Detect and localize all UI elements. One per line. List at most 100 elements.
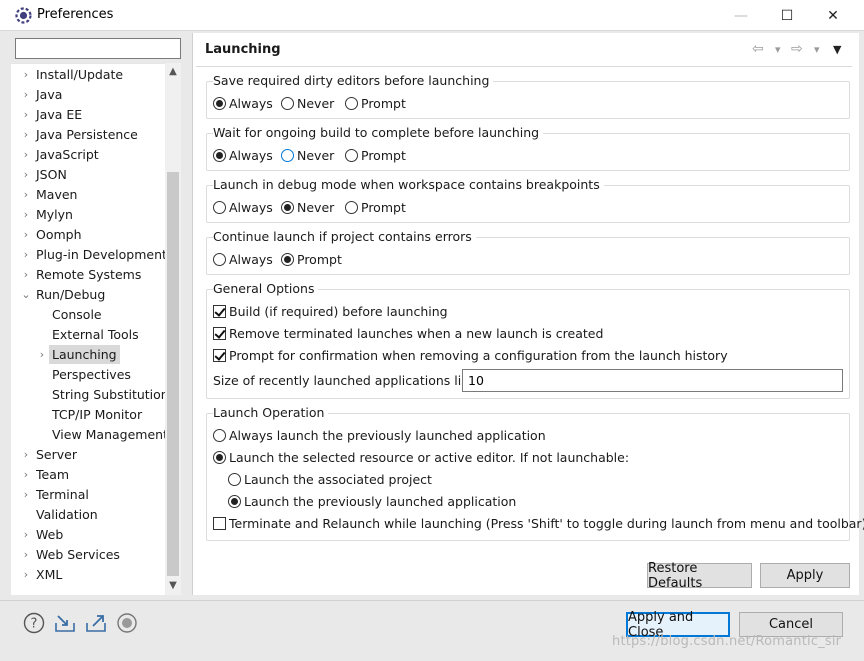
- chevron-right-icon[interactable]: ›: [20, 165, 32, 184]
- tree-item[interactable]: › JSON: [11, 165, 165, 184]
- checkbox-icon: [213, 305, 226, 318]
- list-size-label: Size of recently launched applications l…: [213, 373, 477, 388]
- record-icon[interactable]: [116, 612, 138, 634]
- view-menu-icon[interactable]: ▼: [833, 43, 841, 56]
- tree-item-label: Server: [36, 447, 77, 462]
- tree-item[interactable]: Perspectives: [11, 365, 165, 384]
- chevron-down-icon[interactable]: ⌄: [20, 285, 32, 304]
- tree-item[interactable]: › XML: [11, 565, 165, 584]
- chevron-right-icon[interactable]: ›: [20, 565, 32, 584]
- tree-item-label: XML: [36, 567, 63, 582]
- tree-scrollbar-thumb[interactable]: [167, 172, 179, 576]
- tree-item[interactable]: › Maven: [11, 185, 165, 204]
- tree-item[interactable]: › Java Persistence: [11, 125, 165, 144]
- tree-item-label: View Management: [52, 427, 168, 442]
- scroll-up-arrow[interactable]: ▲: [165, 63, 181, 81]
- chevron-right-icon[interactable]: ›: [20, 205, 32, 224]
- tree-item[interactable]: ⌄ Run/Debug: [11, 285, 165, 304]
- tree-item[interactable]: External Tools: [11, 325, 165, 344]
- tree-item-label: Remote Systems: [36, 267, 142, 282]
- tree-item[interactable]: › Mylyn: [11, 205, 165, 224]
- tree-item-label: Java: [36, 87, 63, 102]
- radio-icon: [345, 149, 358, 162]
- tree-item[interactable]: Console: [11, 305, 165, 324]
- window-title: Preferences: [37, 7, 114, 22]
- chevron-right-icon[interactable]: ›: [20, 525, 32, 544]
- chevron-right-icon[interactable]: ›: [36, 345, 48, 364]
- eclipse-app-icon: [15, 7, 32, 24]
- tree-item-label: JavaScript: [36, 147, 99, 162]
- tree-item[interactable]: › Team: [11, 465, 165, 484]
- tree-item-label: Terminal: [36, 487, 89, 502]
- chevron-right-icon[interactable]: ›: [20, 85, 32, 104]
- tree-item[interactable]: › Launching: [11, 345, 165, 364]
- tree-item[interactable]: String Substitution: [11, 385, 169, 404]
- checkbox-icon: [213, 517, 226, 530]
- tree-item-label: Maven: [36, 187, 78, 202]
- tree-item[interactable]: › Oomph: [11, 225, 165, 244]
- chevron-right-icon[interactable]: ›: [20, 145, 32, 164]
- tree-item[interactable]: › Remote Systems: [11, 265, 165, 284]
- export-icon[interactable]: [85, 612, 107, 634]
- back-dropdown-icon[interactable]: ▾: [775, 43, 781, 56]
- tree-item[interactable]: View Management: [11, 425, 168, 444]
- chevron-right-icon[interactable]: ›: [20, 245, 32, 264]
- wait-build-label: Wait for ongoing build to complete befor…: [213, 125, 544, 140]
- general-options-label: General Options: [213, 281, 319, 296]
- radio-icon: [213, 149, 226, 162]
- tree-item[interactable]: › Web Services: [11, 545, 165, 564]
- scroll-down-arrow[interactable]: ▼: [165, 577, 181, 595]
- tree-item[interactable]: TCP/IP Monitor: [11, 405, 165, 424]
- tree-item-label: Console: [52, 307, 102, 322]
- radio-icon: [213, 97, 226, 110]
- tree-item-label: Validation: [36, 507, 98, 522]
- apply-button[interactable]: Apply: [760, 563, 850, 588]
- list-size-input[interactable]: [462, 369, 843, 392]
- maximize-button[interactable]: ☐: [764, 0, 810, 31]
- radio-icon: [281, 253, 294, 266]
- watermark: https://blog.csdn.net/Romantic_sir: [612, 634, 842, 649]
- minimize-button[interactable]: —: [718, 0, 764, 31]
- back-icon[interactable]: ⇦: [752, 41, 764, 57]
- chevron-right-icon[interactable]: ›: [20, 465, 32, 484]
- tree-item[interactable]: Validation: [11, 505, 165, 524]
- forward-icon[interactable]: ⇨: [791, 41, 803, 57]
- tree-item[interactable]: › Install/Update: [11, 65, 165, 84]
- radio-icon: [281, 97, 294, 110]
- chevron-right-icon[interactable]: ›: [20, 485, 32, 504]
- chevron-right-icon[interactable]: ›: [20, 185, 32, 204]
- chevron-right-icon[interactable]: ›: [20, 65, 32, 84]
- chevron-right-icon[interactable]: ›: [20, 265, 32, 284]
- tree-item[interactable]: › Plug-in Development: [11, 245, 167, 264]
- radio-icon: [281, 201, 294, 214]
- tree-item-label: External Tools: [52, 327, 139, 342]
- chevron-right-icon[interactable]: ›: [20, 545, 32, 564]
- continue-errors-label: Continue launch if project contains erro…: [213, 229, 476, 244]
- restore-defaults-button[interactable]: Restore Defaults: [647, 561, 752, 591]
- forward-dropdown-icon[interactable]: ▾: [814, 43, 820, 56]
- tree-item-label: Plug-in Development: [36, 247, 167, 262]
- close-button[interactable]: ✕: [810, 0, 856, 31]
- checkbox-icon: [213, 327, 226, 340]
- tree-item[interactable]: › Terminal: [11, 485, 165, 504]
- save-dirty-label: Save required dirty editors before launc…: [213, 73, 494, 88]
- tree-item-label: TCP/IP Monitor: [52, 407, 143, 422]
- tree-item[interactable]: › JavaScript: [11, 145, 165, 164]
- chevron-right-icon[interactable]: ›: [20, 225, 32, 244]
- filter-input[interactable]: [15, 38, 181, 59]
- tree-item[interactable]: › Web: [11, 525, 165, 544]
- tree-item[interactable]: › Server: [11, 445, 165, 464]
- import-icon[interactable]: [54, 612, 76, 634]
- page-title: Launching: [205, 42, 281, 57]
- tree-item-label: Web: [36, 527, 64, 542]
- chevron-right-icon[interactable]: ›: [20, 105, 32, 124]
- radio-icon: [281, 149, 294, 162]
- tree-item-label: Run/Debug: [36, 287, 106, 302]
- radio-icon: [228, 495, 241, 508]
- tree-item[interactable]: › Java: [11, 85, 165, 104]
- chevron-right-icon[interactable]: ›: [20, 445, 32, 464]
- bottom-separator: [0, 600, 864, 601]
- tree-item[interactable]: › Java EE: [11, 105, 165, 124]
- help-icon[interactable]: ?: [23, 612, 45, 634]
- chevron-right-icon[interactable]: ›: [20, 125, 32, 144]
